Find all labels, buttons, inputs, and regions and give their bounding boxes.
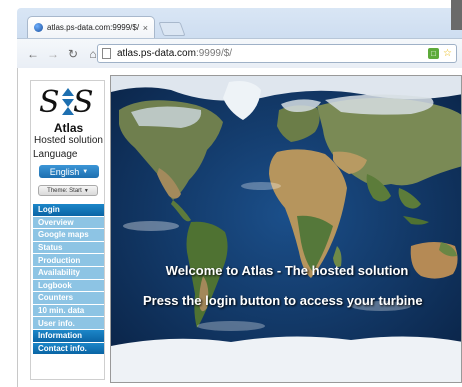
- language-dropdown[interactable]: English ▼: [39, 165, 99, 178]
- sidebar-item-information[interactable]: Information: [33, 329, 104, 342]
- url-text: atlas.ps-data.com:9999/$/: [117, 48, 233, 59]
- sidebar-item-login[interactable]: Login: [33, 204, 104, 216]
- theme-dropdown[interactable]: Theme: Start ▼: [38, 185, 98, 196]
- nav-menu: Login Overview Google maps Status Production…: [33, 204, 104, 355]
- back-arrow-icon[interactable]: ←: [25, 46, 41, 62]
- address-bar[interactable]: atlas.ps-data.com:9999/$/ □ ☆: [97, 44, 457, 63]
- theme-value: Theme: Start: [47, 187, 82, 194]
- sidebar-item-user-info[interactable]: User info.: [33, 317, 104, 329]
- page-icon: [102, 48, 111, 59]
- language-value: English: [49, 166, 80, 177]
- sidebar-item-logbook[interactable]: Logbook: [33, 279, 104, 292]
- globe-favicon-icon: [34, 23, 43, 32]
- browser-window: atlas.ps-data.com:9999/$/ × ← → ↻ ⌂ atla…: [17, 8, 462, 68]
- welcome-text: Welcome to Atlas - The hosted solution: [165, 263, 409, 278]
- sidebar-item-counters[interactable]: Counters: [33, 292, 104, 304]
- svg-text:S: S: [39, 85, 60, 119]
- browser-tab[interactable]: atlas.ps-data.com:9999/$/ ×: [27, 16, 155, 38]
- bookmark-star-icon[interactable]: ☆: [442, 48, 453, 59]
- chevron-down-icon: ▼: [83, 187, 89, 194]
- world-map: Welcome to Atlas - The hosted solution P…: [110, 75, 462, 383]
- chevron-down-icon: ▼: [82, 168, 89, 175]
- world-map-image: [111, 76, 461, 382]
- sidebar: S S Atlas Hosted solution Language Engli…: [30, 80, 105, 380]
- instruction-text: Press the login button to access your tu…: [143, 293, 423, 308]
- sidebar-item-production[interactable]: Production: [33, 254, 104, 266]
- reload-icon[interactable]: ↻: [65, 46, 81, 62]
- forward-arrow-icon[interactable]: →: [45, 46, 61, 62]
- new-tab-button[interactable]: [158, 22, 186, 36]
- atlas-logo-icon: S S: [39, 85, 94, 119]
- app-subtitle: Hosted solution: [34, 135, 103, 146]
- sidebar-item-google-maps[interactable]: Google maps: [33, 229, 104, 241]
- close-tab-icon[interactable]: ×: [143, 23, 148, 33]
- browser-toolbar: ← → ↻ ⌂ atlas.ps-data.com:9999/$/ □ ☆: [17, 38, 462, 68]
- svg-text:S: S: [73, 85, 94, 119]
- app-title: Atlas: [53, 121, 84, 135]
- window-edge: [451, 0, 462, 30]
- sidebar-item-status[interactable]: Status: [33, 241, 104, 254]
- sidebar-item-overview[interactable]: Overview: [33, 216, 104, 229]
- sidebar-item-contact-info[interactable]: Contact info.: [33, 342, 104, 355]
- tab-title: atlas.ps-data.com:9999/$/: [47, 23, 140, 32]
- language-label: Language: [33, 149, 78, 160]
- sidebar-item-availability[interactable]: Availability: [33, 266, 104, 279]
- page-action-icon[interactable]: □: [428, 48, 439, 59]
- sidebar-item-10-min-data[interactable]: 10 min. data: [33, 304, 104, 317]
